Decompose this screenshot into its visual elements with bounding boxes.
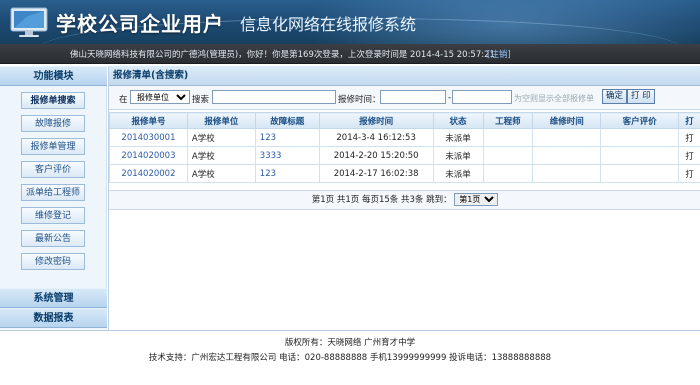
order-rating (600, 146, 679, 165)
sidebar-item-change-password[interactable]: 修改密码 (21, 253, 85, 270)
col-header-repair-time: 维修时间 (532, 112, 602, 129)
col-header-status: 状态 (432, 112, 484, 129)
order-unit: A学校 (186, 128, 256, 147)
sidebar-menu: 报修单搜索 故障报修 报修单管理 客户评价 派单给工程师 维修登记 最新公告 修… (0, 86, 107, 288)
order-status: 未派单 (432, 128, 484, 147)
panel-title: 报修清单(含搜索) (109, 66, 700, 86)
order-engineer (482, 128, 534, 147)
order-title-link[interactable]: 123 (254, 164, 320, 183)
order-time: 2014-2-20 15:20:50 (318, 146, 434, 165)
col-header-time: 报修时间 (318, 112, 434, 129)
order-id-link[interactable]: 2014020002 (109, 164, 188, 183)
order-print-link[interactable]: 打 (677, 164, 700, 183)
sidebar-section-reports[interactable]: 数据报表 (0, 308, 107, 328)
sidebar-item-dispatch-engineer[interactable]: 派单给工程师 (21, 184, 85, 201)
sidebar-item-announcements[interactable]: 最新公告 (21, 230, 85, 247)
sidebar: 功能模块 报修单搜索 故障报修 报修单管理 客户评价 派单给工程师 维修登记 最… (0, 66, 107, 330)
pagination-bar: 第1页 共1页 每页15条 共3条 跳到： 第1页 (109, 190, 700, 210)
print-button[interactable]: 打 印 (627, 89, 655, 104)
order-print-link[interactable]: 打 (677, 146, 700, 165)
page-jump-select[interactable]: 第1页 (454, 193, 499, 206)
header-banner: 学校公司企业用户 信息化网络在线报修系统 (0, 0, 700, 44)
date-to-input[interactable] (452, 90, 512, 104)
col-header-engineer: 工程师 (482, 112, 534, 129)
sidebar-item-order-management[interactable]: 报修单管理 (21, 138, 85, 155)
repair-orders-table: 报修单号 报修单位 故障标题 报修时间 状态 工程师 维修时间 客户评价 打 2… (109, 112, 700, 183)
sidebar-item-report-fault[interactable]: 故障报修 (21, 115, 85, 132)
order-print-link[interactable]: 打 (677, 128, 700, 147)
computer-monitor-icon (10, 7, 48, 37)
order-time: 2014-3-4 16:12:53 (318, 128, 434, 147)
col-header-order-id: 报修单号 (109, 112, 188, 129)
col-header-rating: 客户评价 (600, 112, 679, 129)
app-title-sub: 信息化网络在线报修系统 (240, 15, 417, 34)
sidebar-heading: 功能模块 (0, 66, 107, 86)
date-from-input[interactable] (380, 90, 446, 104)
sidebar-section-system[interactable]: 系统管理 (0, 288, 107, 308)
footer-copyright: 版权所有：天晓网络 广州育才中学 (284, 338, 416, 348)
main-panel: 报修清单(含搜索) 在 报修单位 搜索 报修时间： - 为空则显示全部报修单 确… (108, 66, 700, 330)
order-unit: A学校 (186, 164, 256, 183)
table-row: 2014030001 A学校 123 2014-3-4 16:12:53 未派单… (109, 128, 700, 147)
search-hint: 为空则显示全部报修单 (514, 94, 594, 103)
order-rating (600, 128, 679, 147)
col-header-title: 故障标题 (254, 112, 320, 129)
table-row: 2014020003 A学校 3333 2014-2-20 15:20:50 未… (109, 146, 700, 165)
table-row: 2014020002 A学校 123 2014-2-17 16:02:38 未派… (109, 164, 700, 183)
order-repair-time (532, 146, 602, 165)
search-input[interactable] (212, 90, 336, 104)
order-status: 未派单 (432, 164, 484, 183)
order-status: 未派单 (432, 146, 484, 165)
user-info-bar: 佛山天晓网络科技有限公司的广德鸿(管理员)，你好！你是第169次登录，上次登录时… (0, 44, 700, 64)
search-label: 搜索 (192, 95, 210, 105)
order-repair-time (532, 128, 602, 147)
footer: 版权所有：天晓网络 广州育才中学 技术支持：广州宏达工程有限公司 电话：020-… (0, 336, 700, 366)
date-range-dash: - (448, 93, 452, 103)
order-title-link[interactable]: 3333 (254, 146, 320, 165)
col-header-unit: 报修单位 (186, 112, 256, 129)
order-id-link[interactable]: 2014020003 (109, 146, 188, 165)
order-title-link[interactable]: 123 (254, 128, 320, 147)
order-engineer (482, 164, 534, 183)
search-field-select[interactable]: 报修单位 (130, 90, 190, 104)
sidebar-item-search-orders[interactable]: 报修单搜索 (21, 92, 85, 109)
search-in-label: 在 (119, 95, 128, 105)
pagination-text: 第1页 共1页 每页15条 共3条 跳到： (311, 195, 452, 205)
order-unit: A学校 (186, 146, 256, 165)
logout-link[interactable]: [注销] (487, 48, 511, 60)
confirm-button[interactable]: 确定 (602, 89, 628, 104)
footer-support: 技术支持：广州宏达工程有限公司 电话：020-88888888 手机139999… (148, 353, 552, 363)
col-header-print: 打 (677, 112, 700, 129)
sidebar-item-repair-register[interactable]: 维修登记 (21, 207, 85, 224)
order-time: 2014-2-17 16:02:38 (318, 164, 434, 183)
sidebar-item-customer-rating[interactable]: 客户评价 (21, 161, 85, 178)
order-rating (600, 164, 679, 183)
repair-time-label: 报修时间： (338, 95, 381, 105)
app-title-main: 学校公司企业用户 (56, 12, 224, 36)
welcome-message: 佛山天晓网络科技有限公司的广德鸿(管理员)，你好！你是第169次登录，上次登录时… (70, 50, 495, 60)
table-header-row: 报修单号 报修单位 故障标题 报修时间 状态 工程师 维修时间 客户评价 打 (109, 112, 700, 129)
order-id-link[interactable]: 2014030001 (109, 128, 188, 147)
search-bar: 在 报修单位 搜索 报修时间： - 为空则显示全部报修单 确定 打 印 (109, 86, 700, 110)
order-repair-time (532, 164, 602, 183)
order-engineer (482, 146, 534, 165)
footer-divider (0, 330, 700, 331)
